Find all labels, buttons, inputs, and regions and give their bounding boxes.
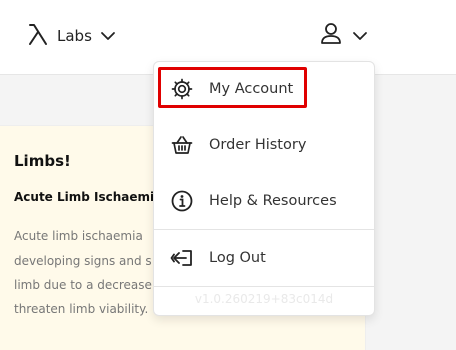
chevron-down-icon [100, 27, 116, 46]
menu-item-label: Order History [209, 137, 307, 153]
menu-item-log-out[interactable]: Log Out [154, 238, 374, 278]
card-text-line: limb due to a decrease [14, 278, 152, 292]
basket-icon [169, 132, 195, 158]
menu-divider [154, 229, 374, 230]
user-icon [318, 21, 344, 51]
card-text-line: Acute limb ischaemia [14, 229, 143, 243]
card-text-line: developing signs and s [14, 254, 152, 268]
logout-icon [169, 245, 195, 271]
menu-item-help-resources[interactable]: Help & Resources [154, 181, 374, 221]
brand-name: Labs [57, 27, 92, 45]
menu-item-my-account[interactable]: My Account [154, 69, 374, 109]
menu-divider [154, 286, 374, 287]
lambda-logo-icon [27, 22, 49, 50]
card-subtitle: Acute Limb Ischaemia [14, 190, 159, 204]
brand-menu-button[interactable]: Labs [27, 22, 116, 50]
user-menu-button[interactable] [318, 22, 368, 50]
app-version-label: v1.0.260219+83c014d [194, 292, 334, 306]
menu-item-label: My Account [209, 81, 294, 97]
card-text-line: threaten limb viability. [14, 302, 149, 316]
info-icon [169, 188, 195, 214]
user-dropdown-menu: My Account Order History Help & Resource… [153, 61, 375, 316]
menu-item-label: Log Out [209, 250, 266, 266]
page: Labs Limbs! Acute Limb Ischaemia Acute l… [0, 0, 456, 350]
menu-item-label: Help & Resources [209, 193, 337, 209]
chevron-down-icon [352, 27, 368, 46]
card-title: Limbs! [14, 152, 71, 170]
menu-item-order-history[interactable]: Order History [154, 125, 374, 165]
gear-icon [169, 76, 195, 102]
